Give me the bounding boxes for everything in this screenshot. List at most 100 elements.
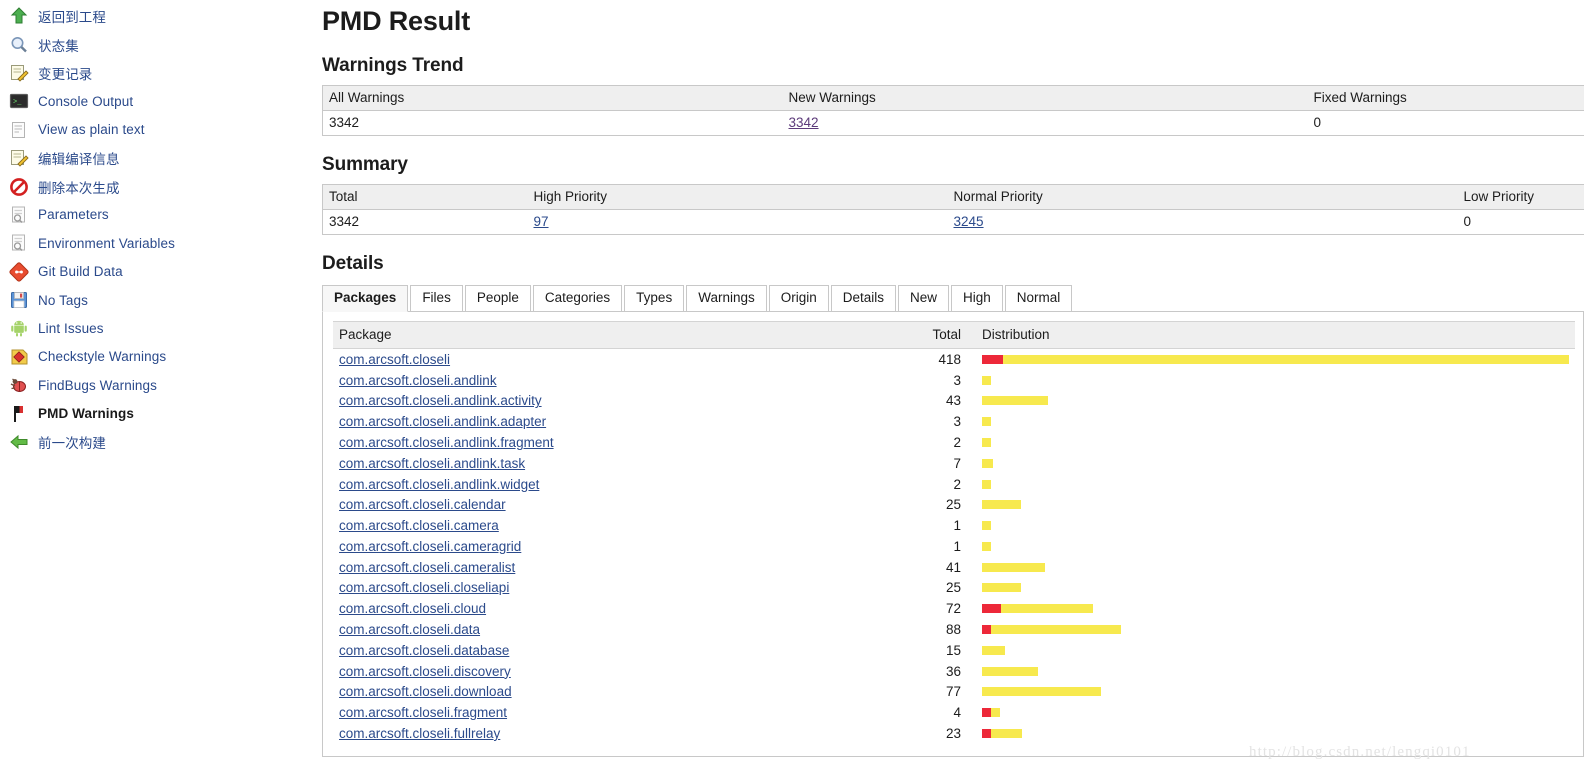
bar-segment-normal-priority [982, 666, 1038, 676]
sidebar-item-label: Environment Variables [38, 235, 175, 251]
distribution-bar [982, 500, 1569, 510]
table-row: com.arcsoft.closeli.download 77 [333, 682, 1575, 703]
package-total: 88 [945, 622, 961, 638]
sidebar-item-changes[interactable]: 变更记录 [6, 59, 320, 87]
tab-types[interactable]: Types [624, 285, 685, 312]
package-name-cell: com.arcsoft.closeli.andlink.task [333, 453, 911, 474]
distribution-bar [982, 438, 1569, 448]
package-link[interactable]: com.arcsoft.closeli.andlink [339, 373, 497, 388]
sidebar-item-environment-variables[interactable]: Environment Variables [6, 229, 320, 257]
high-priority-link[interactable]: 97 [534, 214, 549, 229]
package-name-cell: com.arcsoft.closeli.download [333, 682, 911, 703]
package-link[interactable]: com.arcsoft.closeli [339, 352, 450, 367]
tab-files[interactable]: Files [410, 285, 463, 312]
details-tabstrip: Packages Files People Categories Types Warnin… [322, 285, 1584, 312]
distribution-cell [971, 370, 1575, 391]
package-link[interactable]: com.arcsoft.closeli.cameragrid [339, 539, 521, 554]
sidebar-item-lint-issues[interactable]: Lint Issues [6, 314, 320, 342]
package-name-cell: com.arcsoft.closeli.closeliapi [333, 578, 911, 599]
package-link[interactable]: com.arcsoft.closeli.cameralist [339, 560, 515, 575]
distribution-cell [971, 391, 1575, 412]
package-link[interactable]: com.arcsoft.closeli.andlink.widget [339, 477, 539, 492]
package-name-cell: com.arcsoft.closeli.fragment [333, 702, 911, 723]
up-arrow-green-icon [8, 5, 30, 27]
tab-origin[interactable]: Origin [768, 285, 829, 312]
column-header-low-priority: Low Priority [1457, 184, 1584, 210]
package-link[interactable]: com.arcsoft.closeli.andlink.task [339, 456, 525, 471]
package-link[interactable]: com.arcsoft.closeli.andlink.activity [339, 393, 542, 408]
details-heading: Details [322, 253, 384, 274]
tab-details[interactable]: Details [830, 285, 897, 312]
table-row: com.arcsoft.closeli.discovery 36 [333, 661, 1575, 682]
sidebar-item-label: PMD Warnings [38, 406, 134, 422]
sidebar-item-checkstyle-warnings[interactable]: Checkstyle Warnings [6, 343, 320, 371]
distribution-cell [971, 598, 1575, 619]
package-link[interactable]: com.arcsoft.closeli.database [339, 643, 509, 658]
package-link[interactable]: com.arcsoft.closeli.fragment [339, 705, 507, 720]
sidebar-item-return-to-project[interactable]: 返回到工程 [6, 2, 320, 30]
package-link[interactable]: com.arcsoft.closeli.discovery [339, 664, 511, 679]
package-link[interactable]: com.arcsoft.closeli.calendar [339, 497, 506, 512]
summary-high-cell: 97 [527, 209, 948, 235]
package-total: 25 [945, 497, 961, 513]
distribution-bar [982, 541, 1569, 551]
normal-priority-link[interactable]: 3245 [954, 214, 984, 229]
package-link[interactable]: com.arcsoft.closeli.cloud [339, 601, 486, 616]
package-link[interactable]: com.arcsoft.closeli.data [339, 622, 480, 637]
tab-normal[interactable]: Normal [1004, 285, 1073, 312]
sidebar-item-delete-build[interactable]: 删除本次生成 [6, 172, 320, 200]
sidebar-item-previous-build[interactable]: 前一次构建 [6, 428, 320, 456]
distribution-cell [971, 494, 1575, 515]
pmd-flag-icon [8, 403, 30, 425]
column-header-package[interactable]: Package [333, 321, 911, 349]
distribution-cell [971, 723, 1575, 744]
package-link[interactable]: com.arcsoft.closeli.andlink.fragment [339, 435, 554, 450]
package-link[interactable]: com.arcsoft.closeli.closeliapi [339, 580, 509, 595]
sidebar-item-findbugs-warnings[interactable]: FindBugs Warnings [6, 371, 320, 399]
distribution-bar [982, 396, 1569, 406]
tab-packages[interactable]: Packages [322, 285, 409, 312]
package-link[interactable]: com.arcsoft.closeli.fullrelay [339, 726, 500, 741]
table-row: com.arcsoft.closeli.closeliapi 25 [333, 578, 1575, 599]
distribution-cell [971, 453, 1575, 474]
bar-segment-normal-priority [982, 375, 991, 385]
bar-segment-normal-priority [982, 396, 1049, 406]
distribution-bar [982, 375, 1569, 385]
sidebar-item-view-as-plain-text[interactable]: View as plain text [6, 116, 320, 144]
distribution-cell [971, 536, 1575, 557]
sidebar-item-label: Lint Issues [38, 320, 104, 336]
package-link[interactable]: com.arcsoft.closeli.andlink.adapter [339, 414, 546, 429]
tab-categories[interactable]: Categories [532, 285, 623, 312]
new-warnings-link[interactable]: 3342 [789, 115, 819, 130]
distribution-bar [982, 708, 1569, 718]
summary-low-value: 0 [1457, 209, 1584, 235]
tab-high[interactable]: High [951, 285, 1003, 312]
tab-people[interactable]: People [464, 285, 531, 312]
package-link[interactable]: com.arcsoft.closeli.camera [339, 518, 499, 533]
distribution-cell [971, 411, 1575, 432]
sidebar-item-status-set[interactable]: 状态集 [6, 30, 320, 58]
package-total: 72 [945, 601, 961, 617]
package-name-cell: com.arcsoft.closeli.cameralist [333, 557, 911, 578]
sidebar-item-pmd-warnings[interactable]: PMD Warnings [6, 399, 320, 427]
tab-warnings[interactable]: Warnings [686, 285, 767, 312]
document-icon [8, 119, 30, 141]
bar-segment-high-priority [982, 708, 991, 718]
table-row: com.arcsoft.closeli.fragment 4 [333, 702, 1575, 723]
sidebar-item-no-tags[interactable]: No Tags [6, 286, 320, 314]
package-link[interactable]: com.arcsoft.closeli.download [339, 684, 512, 699]
distribution-cell [971, 578, 1575, 599]
sidebar-item-parameters[interactable]: Parameters [6, 201, 320, 229]
bar-segment-normal-priority [982, 417, 991, 427]
tab-new[interactable]: New [898, 285, 950, 312]
distribution-cell [971, 349, 1575, 370]
package-total: 1 [953, 538, 961, 554]
column-header-fixed-warnings: Fixed Warnings [1307, 85, 1584, 111]
new-warnings-cell: 3342 [782, 110, 1308, 136]
sidebar-item-console-output[interactable]: >_ Console Output [6, 87, 320, 115]
left-arrow-green-icon [8, 431, 30, 453]
sidebar-item-git-build-data[interactable]: Git Build Data [6, 258, 320, 286]
distribution-bar [982, 562, 1569, 572]
column-header-total[interactable]: Total [911, 321, 971, 349]
sidebar-item-edit-build-information[interactable]: 编辑编译信息 [6, 144, 320, 172]
